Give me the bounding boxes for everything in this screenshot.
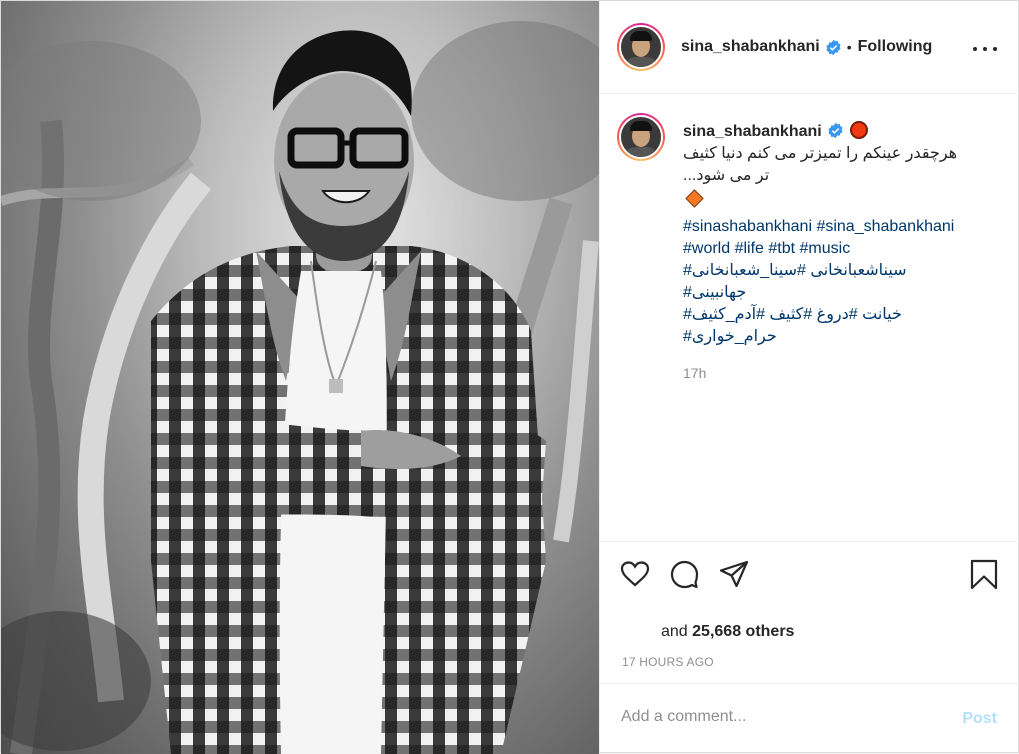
author-avatar[interactable] (617, 23, 665, 71)
likes-prefix: and (661, 623, 688, 640)
separator-dot: • (846, 39, 852, 55)
caption-time[interactable]: 17h (683, 362, 1007, 384)
orange-diamond-emoji (685, 189, 704, 208)
heart-icon[interactable] (619, 558, 651, 590)
caption-body: sina_shabankhani هرچقدر عینکم را تمیزتر … (683, 113, 1007, 384)
post-dialog: sina_shabankhani • Following sina_shaban… (0, 0, 1019, 754)
avatar-image (619, 25, 663, 69)
post-header: sina_shabankhani • Following (600, 1, 1019, 94)
likes-number[interactable]: 25,668 others (692, 623, 794, 640)
post-caption: sina_shabankhani هرچقدر عینکم را تمیزتر … (617, 113, 1007, 384)
post-comment-button[interactable]: Post (962, 710, 997, 728)
likes-count[interactable]: and 25,668 others (661, 623, 794, 641)
caption-avatar[interactable] (617, 113, 665, 161)
caption-username[interactable]: sina_shabankhani (683, 123, 822, 140)
more-horizontal-icon[interactable] (973, 37, 997, 61)
red-circle-emoji (849, 121, 868, 139)
bookmark-icon[interactable] (968, 558, 1000, 590)
following-button[interactable]: Following (858, 38, 933, 56)
avatar-image (619, 115, 663, 159)
comment-icon[interactable] (668, 558, 700, 590)
post-photo[interactable] (1, 1, 599, 754)
caption-text: هرچقدر عینکم را تمیزتر می کنم دنیا کثیف … (683, 145, 958, 184)
post-actions: and 25,668 others 17 HOURS AGO Add a com… (600, 541, 1019, 753)
photo-illustration (1, 21, 599, 754)
verified-badge-icon (826, 39, 841, 55)
author-username[interactable]: sina_shabankhani (681, 38, 820, 56)
post-panel: sina_shabankhani • Following sina_shaban… (599, 1, 1019, 754)
caption-hashtags[interactable]: #sinashabankhani #sina_shabankhani #worl… (683, 216, 1007, 348)
verified-badge-icon (828, 122, 843, 139)
share-icon[interactable] (718, 558, 750, 590)
post-timestamp[interactable]: 17 HOURS AGO (622, 655, 714, 669)
comment-input[interactable]: Add a comment... (621, 708, 746, 726)
comment-box: Add a comment... Post (600, 683, 1019, 754)
